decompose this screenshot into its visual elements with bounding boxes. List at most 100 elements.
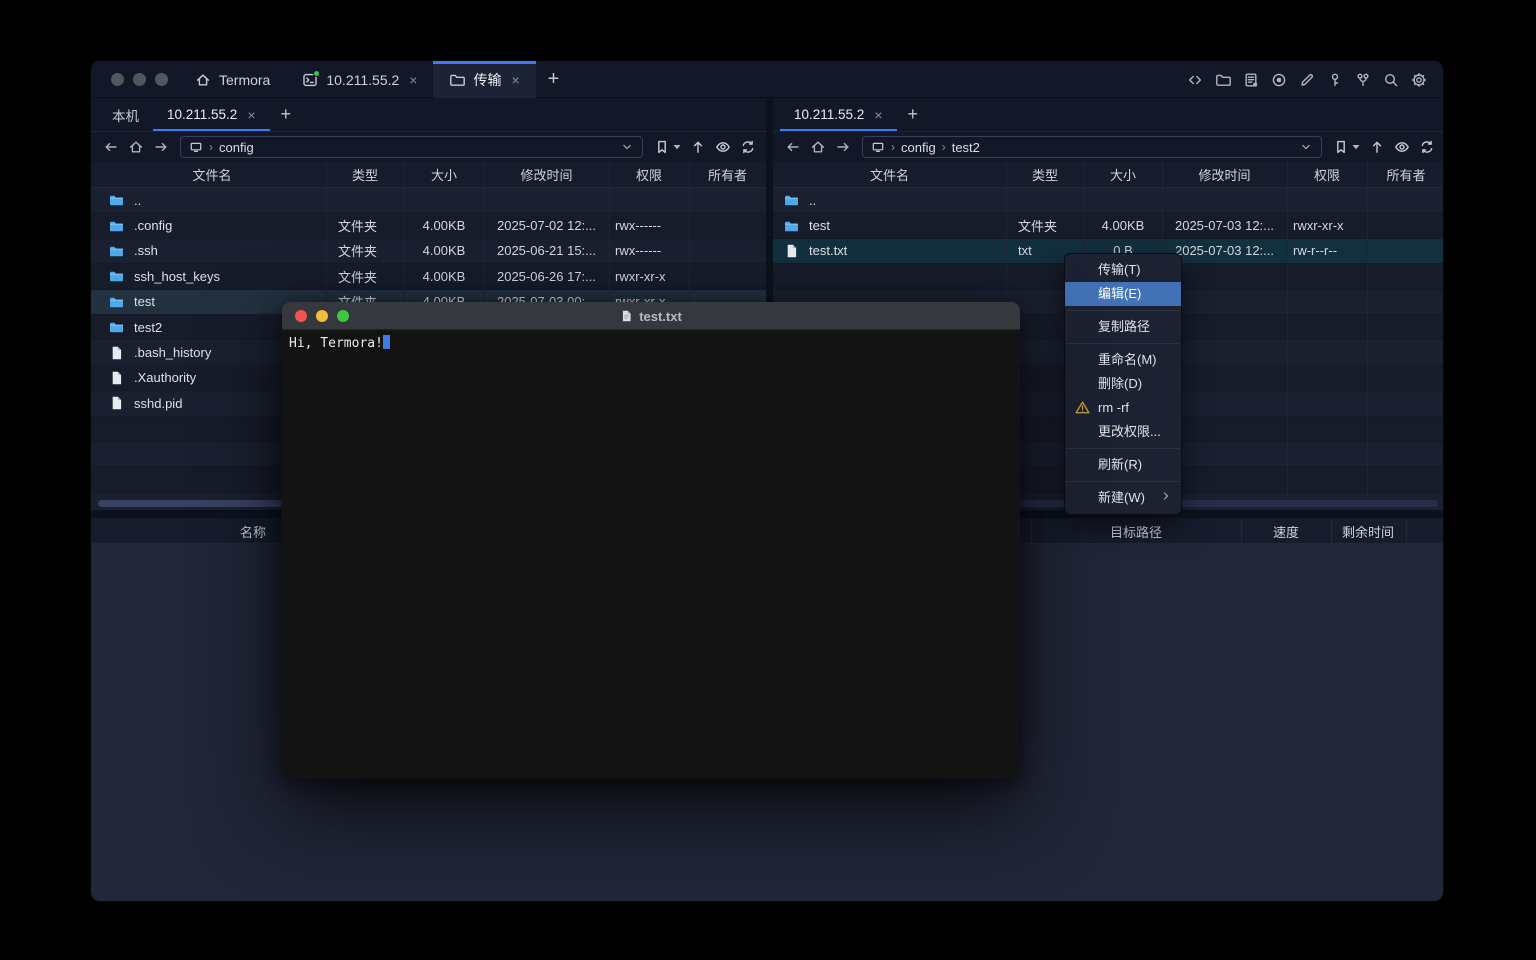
pane-tab[interactable]: 本机 <box>98 98 153 131</box>
pane-toolbar: ›config›test2 <box>773 132 1444 162</box>
eye-icon[interactable] <box>715 139 731 155</box>
path-breadcrumb-input[interactable]: ›config›test2 <box>862 136 1322 158</box>
column-header[interactable]: 大小 <box>404 162 484 187</box>
new-tab-button[interactable]: + <box>536 61 572 98</box>
desktop: Termora10.211.55.2×传输×+ 本机10.211.55.2×+›… <box>0 0 1536 960</box>
file-row[interactable]: .config文件夹4.00KB2025-07-02 12:...rwx----… <box>91 213 766 238</box>
menu-item[interactable]: 重命名(M) <box>1065 348 1181 372</box>
menu-item[interactable]: 新建(W) <box>1065 486 1181 510</box>
column-header[interactable]: 修改时间 <box>1162 162 1287 187</box>
column-header[interactable]: 修改时间 <box>484 162 609 187</box>
cell-name: .ssh <box>98 243 326 259</box>
file-name: test.txt <box>809 243 847 258</box>
menu-item[interactable]: 刷新(R) <box>1065 453 1181 477</box>
keychain-icon[interactable] <box>1355 72 1371 88</box>
chevron-down-icon[interactable] <box>1299 140 1313 154</box>
app-tab-host[interactable]: 10.211.55.2× <box>286 61 433 98</box>
cell-type: 文件夹 <box>1006 216 1084 235</box>
transfer-column-header[interactable]: 速度 <box>1273 518 1299 544</box>
pane-tab-label: 10.211.55.2 <box>794 107 864 122</box>
column-header[interactable]: 文件名 <box>773 162 1006 187</box>
column-header[interactable]: 所有者 <box>1367 162 1444 187</box>
close-window-button[interactable] <box>111 73 124 86</box>
bookmark-dropdown[interactable] <box>654 139 681 155</box>
close-icon[interactable]: × <box>511 73 519 87</box>
column-header[interactable]: 类型 <box>1006 162 1084 187</box>
transfer-column-header[interactable]: 目标路径 <box>1110 518 1162 544</box>
column-divider <box>1031 518 1032 543</box>
menu-item[interactable]: 更改权限... <box>1065 420 1181 444</box>
close-icon[interactable]: × <box>247 108 255 122</box>
file-row[interactable]: .. <box>773 188 1444 213</box>
zoom-window-button[interactable] <box>155 73 168 86</box>
refresh-icon[interactable] <box>1419 139 1435 155</box>
home-icon[interactable] <box>810 139 826 155</box>
settings-icon[interactable] <box>1411 72 1427 88</box>
cell-permissions: rwxr-xr-x <box>1287 218 1367 233</box>
search-icon[interactable] <box>1383 72 1399 88</box>
refresh-icon[interactable] <box>740 139 756 155</box>
file-row[interactable]: test文件夹4.00KB2025-07-03 12:...rwxr-xr-x <box>773 213 1444 238</box>
app-tab-transfer[interactable]: 传输× <box>433 61 535 98</box>
back-icon[interactable] <box>103 139 119 155</box>
pane-new-tab-button[interactable]: + <box>897 98 930 131</box>
column-header[interactable]: 大小 <box>1084 162 1162 187</box>
menu-item[interactable]: 编辑(E) <box>1065 282 1181 306</box>
file-name: sshd.pid <box>134 396 182 411</box>
eye-icon[interactable] <box>1394 139 1410 155</box>
menu-item[interactable]: 复制路径 <box>1065 315 1181 339</box>
computer-icon <box>871 140 885 154</box>
menu-item[interactable]: 删除(D) <box>1065 372 1181 396</box>
app-tab-termora[interactable]: Termora <box>179 61 286 98</box>
menu-item[interactable]: rm -rf <box>1065 396 1181 420</box>
cell-permissions: rwx------ <box>609 218 689 233</box>
chevron-down-icon[interactable] <box>620 140 634 154</box>
window-controls[interactable] <box>111 73 168 86</box>
breadcrumb-segment[interactable]: test2 <box>952 140 980 155</box>
cell-permissions: rw-r--r-- <box>1287 243 1367 258</box>
minimize-window-button[interactable] <box>133 73 146 86</box>
edit-icon[interactable] <box>1299 72 1315 88</box>
file-row[interactable]: .. <box>91 188 766 213</box>
transfer-column-header[interactable]: 剩余时间 <box>1342 518 1394 544</box>
editor-text: Hi, Termora! <box>289 336 383 351</box>
pane-new-tab-button[interactable]: + <box>270 98 303 131</box>
cell-modified: 2025-07-02 12:... <box>484 218 609 233</box>
pane-tab-bar: 本机10.211.55.2×+ <box>91 98 766 132</box>
path-breadcrumb-input[interactable]: ›config <box>180 136 643 158</box>
close-icon[interactable]: × <box>874 108 882 122</box>
breadcrumb-separator: › <box>891 140 895 154</box>
code-icon[interactable] <box>1187 72 1203 88</box>
column-header[interactable]: 类型 <box>326 162 404 187</box>
cell-permissions: rwxr-xr-x <box>609 269 689 284</box>
cell-name: .. <box>98 192 326 208</box>
menu-item[interactable]: 传输(T) <box>1065 258 1181 282</box>
upload-icon[interactable] <box>690 139 706 155</box>
column-header[interactable]: 权限 <box>609 162 689 187</box>
close-icon[interactable]: × <box>409 73 417 87</box>
forward-icon[interactable] <box>153 139 169 155</box>
pane-tab[interactable]: 10.211.55.2× <box>153 98 270 131</box>
forward-icon[interactable] <box>835 139 851 155</box>
column-header[interactable]: 所有者 <box>689 162 766 187</box>
breadcrumb-segment[interactable]: config <box>901 140 936 155</box>
folder-icon[interactable] <box>1215 72 1231 88</box>
column-header[interactable]: 权限 <box>1287 162 1367 187</box>
breadcrumb-segment[interactable]: config <box>219 140 254 155</box>
editor-content[interactable]: Hi, Termora! <box>282 330 1020 779</box>
cell-name: .config <box>98 218 326 234</box>
log-icon[interactable] <box>1243 72 1259 88</box>
file-row[interactable]: ssh_host_keys文件夹4.00KB2025-06-26 17:...r… <box>91 264 766 289</box>
home-icon[interactable] <box>128 139 144 155</box>
menu-item-label: rm -rf <box>1098 400 1129 415</box>
record-icon[interactable] <box>1271 72 1287 88</box>
warning-icon <box>1075 400 1090 415</box>
pane-tab[interactable]: 10.211.55.2 × <box>780 98 897 131</box>
column-header[interactable]: 文件名 <box>98 162 326 187</box>
bookmark-dropdown[interactable] <box>1333 139 1360 155</box>
upload-icon[interactable] <box>1369 139 1385 155</box>
back-icon[interactable] <box>785 139 801 155</box>
file-row[interactable]: .ssh文件夹4.00KB2025-06-21 15:...rwx------ <box>91 239 766 264</box>
key-icon[interactable] <box>1327 72 1343 88</box>
transfer-column-header[interactable]: 名称 <box>240 518 266 544</box>
